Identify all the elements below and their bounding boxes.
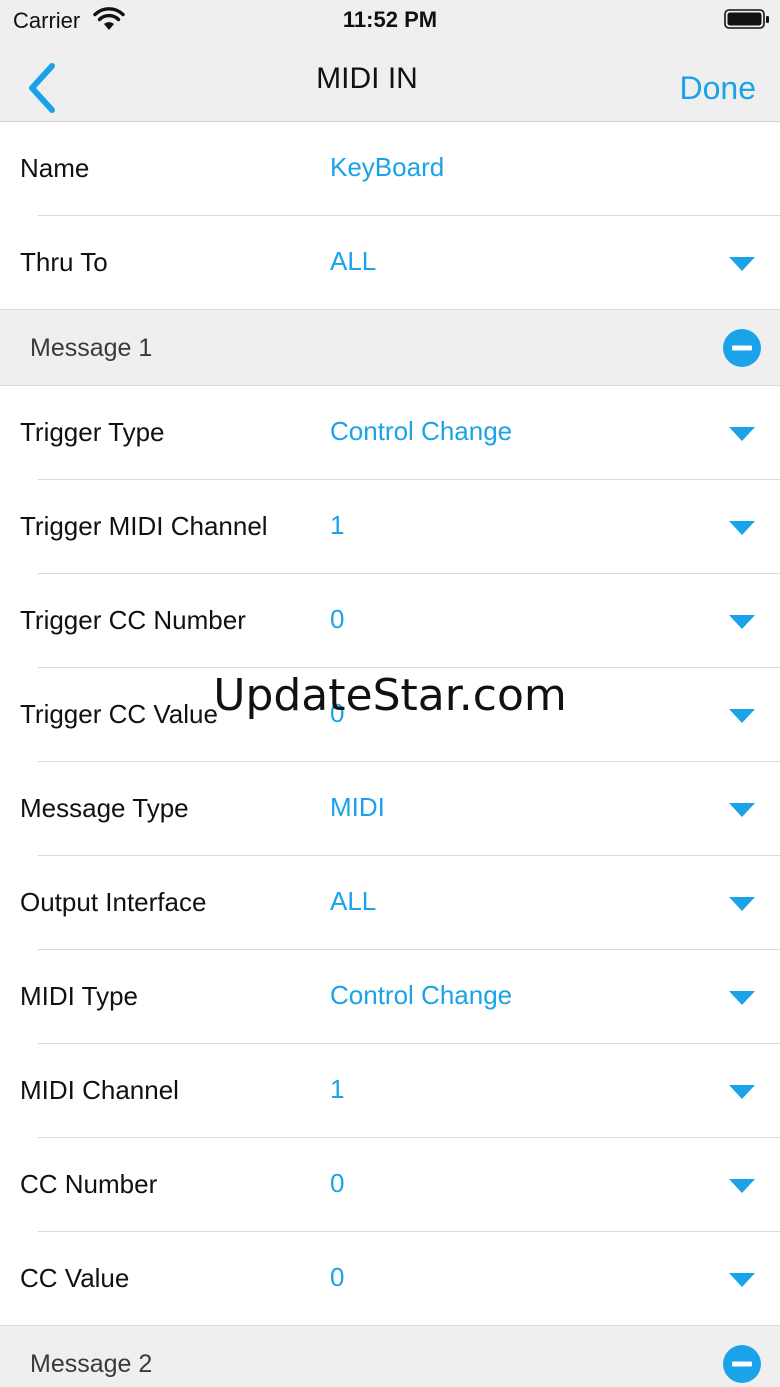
dropdown-arrow-icon[interactable] (728, 708, 756, 724)
dropdown-arrow-icon[interactable] (728, 256, 756, 272)
remove-message-icon[interactable] (723, 329, 761, 367)
midi-type-label: MIDI Type (20, 981, 139, 1011)
midi-channel-label: MIDI Channel (20, 1075, 179, 1105)
thru-to-row[interactable]: Thru To ALL (0, 216, 780, 310)
midi-type-value[interactable]: Control Change (330, 980, 512, 1011)
dropdown-arrow-icon[interactable] (728, 426, 756, 442)
cc-number-value[interactable]: 0 (330, 1168, 344, 1199)
trigger-cc-value-value[interactable]: 0 (330, 698, 344, 729)
message-1-section-header: Message 1 (0, 310, 780, 386)
message-type-value[interactable]: MIDI (330, 792, 385, 823)
battery-icon (724, 9, 769, 29)
message-2-header: Message 2 (30, 1350, 153, 1378)
trigger-midi-channel-row[interactable]: Trigger MIDI Channel 1 (0, 480, 780, 574)
output-interface-value[interactable]: ALL (330, 886, 376, 917)
dropdown-arrow-icon[interactable] (728, 896, 756, 912)
dropdown-arrow-icon[interactable] (728, 1084, 756, 1100)
cc-value-label: CC Value (20, 1263, 130, 1293)
cc-value-row[interactable]: CC Value 0 (0, 1232, 780, 1326)
trigger-cc-number-value[interactable]: 0 (330, 604, 344, 635)
message-type-label: Message Type (20, 793, 189, 823)
midi-channel-row[interactable]: MIDI Channel 1 (0, 1044, 780, 1138)
cc-number-row[interactable]: CC Number 0 (0, 1138, 780, 1232)
midi-channel-value[interactable]: 1 (330, 1074, 344, 1105)
name-label: Name (20, 153, 90, 183)
status-bar: Carrier 11:52 PM (0, 0, 780, 40)
trigger-midi-channel-value[interactable]: 1 (330, 510, 344, 541)
dropdown-arrow-icon[interactable] (728, 614, 756, 630)
message-2-section-header: Message 2 (0, 1326, 780, 1387)
cc-value-value[interactable]: 0 (330, 1262, 344, 1293)
trigger-cc-value-label: Trigger CC Value (20, 699, 218, 729)
trigger-type-row[interactable]: Trigger Type Control Change (0, 386, 780, 480)
output-interface-row[interactable]: Output Interface ALL (0, 856, 780, 950)
clock-label: 11:52 PM (342, 7, 438, 32)
message-1-header: Message 1 (30, 334, 153, 362)
message-type-row[interactable]: Message Type MIDI (0, 762, 780, 856)
dropdown-arrow-icon[interactable] (728, 520, 756, 536)
done-button[interactable]: Done (680, 70, 757, 107)
cc-number-label: CC Number (20, 1169, 158, 1199)
dropdown-arrow-icon[interactable] (728, 1272, 756, 1288)
midi-in-screen: Carrier 11:52 PM MIDI IN Done Name KeyBo… (0, 0, 780, 1387)
thru-to-value[interactable]: ALL (330, 246, 376, 277)
name-row[interactable]: Name KeyBoard (0, 122, 780, 216)
trigger-type-label: Trigger Type (20, 417, 165, 447)
trigger-type-value[interactable]: Control Change (330, 416, 512, 447)
navigation-bar: MIDI IN Done (0, 40, 780, 122)
name-value[interactable]: KeyBoard (330, 152, 444, 183)
thru-to-label: Thru To (20, 247, 108, 277)
trigger-midi-channel-label: Trigger MIDI Channel (20, 511, 268, 541)
page-title: MIDI IN (316, 62, 418, 95)
dropdown-arrow-icon[interactable] (728, 802, 756, 818)
output-interface-label: Output Interface (20, 887, 207, 917)
trigger-cc-value-row[interactable]: Trigger CC Value 0 (0, 668, 780, 762)
remove-message-icon[interactable] (723, 1345, 761, 1383)
trigger-cc-number-label: Trigger CC Number (20, 605, 246, 635)
midi-type-row[interactable]: MIDI Type Control Change (0, 950, 780, 1044)
dropdown-arrow-icon[interactable] (728, 1178, 756, 1194)
dropdown-arrow-icon[interactable] (728, 990, 756, 1006)
trigger-cc-number-row[interactable]: Trigger CC Number 0 (0, 574, 780, 668)
settings-list: Name KeyBoard Thru To ALL Message 1 Trig… (0, 122, 780, 1387)
